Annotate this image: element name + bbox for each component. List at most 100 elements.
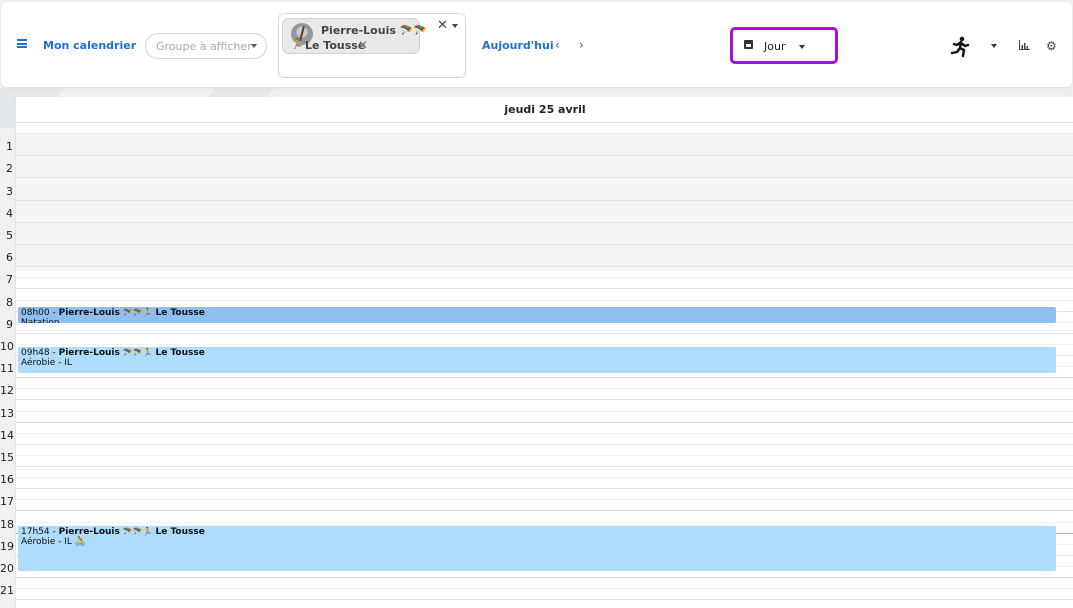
hour-line: [16, 488, 1073, 490]
hour-line: [16, 332, 1073, 334]
event-subtitle: Aérobie - IL 🚴: [21, 537, 86, 548]
hour-line: [16, 266, 1073, 268]
hour-label: 1: [6, 140, 13, 154]
hour-line: [16, 288, 1073, 290]
clear-selection-close-icon[interactable]: ✕: [437, 18, 448, 33]
half-hour-line: [16, 188, 1073, 190]
hour-label: 5: [6, 229, 13, 242]
event-athlete: Pierre-Louis: [58, 527, 120, 538]
half-hour-line: [16, 299, 1073, 301]
hour-label: 12: [0, 384, 14, 398]
hour-label: 13: [0, 406, 14, 420]
hour-label: 4: [6, 206, 13, 220]
hour-label: 2: [6, 162, 13, 176]
calendar-icon: [744, 40, 753, 49]
next-day-button[interactable]: ›: [579, 38, 584, 52]
half-hour-line: [16, 499, 1073, 501]
hour-line: [16, 577, 1073, 578]
day-header: jeudi 25 avril: [16, 97, 1073, 123]
event-subtitle: Natation: [21, 318, 1053, 323]
all-day-row[interactable]: [16, 123, 1073, 134]
hour-label: 15: [0, 451, 14, 464]
hour-label: 14: [0, 428, 14, 442]
half-hour-line: [16, 588, 1073, 590]
remove-athlete-close-icon[interactable]: ✕: [358, 38, 368, 52]
athlete-last-name: Le Tousse: [305, 39, 366, 52]
hour-line: [16, 399, 1073, 401]
event-athlete: Pierre-Louis: [58, 347, 120, 358]
group-select[interactable]: Groupe à afficher: [145, 33, 267, 59]
half-hour-line: [16, 144, 1073, 146]
hour-label: 3: [6, 184, 13, 198]
hour-label: 19: [0, 539, 14, 553]
chevron-down-icon[interactable]: [991, 44, 997, 48]
running-icon[interactable]: [950, 36, 970, 58]
half-hour-line: [16, 210, 1073, 212]
view-select-label: Jour: [764, 40, 786, 53]
hour-label: 10: [0, 340, 14, 353]
calendar-event[interactable]: 17h54 - Pierre-Louis 🪂🪂🏃 Le Tousse Aérobi…: [18, 526, 1056, 571]
hour-line: [16, 244, 1073, 245]
hour-label: 21: [0, 584, 14, 598]
event-sport-icons: 🪂🪂🏃: [122, 347, 153, 357]
half-hour-line: [16, 233, 1073, 234]
group-select-placeholder: Groupe à afficher: [156, 40, 252, 53]
hour-label: 8: [6, 295, 13, 309]
calendar-event[interactable]: 09h48 - Pierre-Louis 🪂🪂🏃 Le Tousse Aérobi…: [18, 346, 1056, 374]
half-hour-line: [16, 388, 1073, 390]
half-hour-line: [16, 455, 1073, 456]
hour-line: [16, 377, 1073, 379]
half-hour-line: [16, 344, 1073, 345]
hour-label: 6: [6, 251, 13, 265]
today-button[interactable]: Aujourd'hui: [482, 39, 554, 52]
hour-line: [16, 599, 1073, 601]
half-hour-line: [16, 477, 1073, 479]
hour-label: 16: [0, 473, 14, 487]
hour-line: [16, 177, 1073, 179]
hamburger-icon[interactable]: [17, 39, 27, 48]
event-athlete-last-name: Le Tousse: [155, 347, 205, 358]
event-sport-icons: 🪂🪂🏃: [122, 527, 153, 537]
calendar-event[interactable]: 08h00 - Pierre-Louis 🪂🪂🏃 Le TousseNatati…: [18, 306, 1056, 323]
event-subtitle: Aérobie - IL: [21, 357, 72, 368]
top-toolbar: Mon calendrier Groupe à afficher Pierre-…: [1, 2, 1072, 87]
chevron-down-icon: [799, 45, 805, 49]
athlete-chip[interactable]: Pierre-Louis 🪂🪂 🏃 Le Tousse ✕: [282, 18, 427, 54]
hour-line: [16, 443, 1073, 445]
calendar-title[interactable]: Mon calendrier: [43, 39, 136, 52]
hour-line: [16, 199, 1073, 201]
event-athlete-last-name: Le Tousse: [155, 527, 205, 538]
event-time: 09h48: [21, 347, 50, 358]
hour-label: 9: [6, 317, 13, 331]
event-athlete: Pierre-Louis: [58, 307, 120, 318]
hour-label: 17: [0, 495, 14, 509]
event-athlete-last-name: Le Tousse: [155, 307, 205, 318]
half-hour-line: [16, 432, 1073, 434]
gear-icon[interactable]: ⚙: [1046, 39, 1057, 53]
event-time: 08h00: [21, 307, 50, 318]
hour-line: [16, 421, 1073, 423]
chevron-down-icon[interactable]: [452, 24, 458, 28]
half-hour-line: [16, 410, 1073, 412]
chart-icon[interactable]: [1019, 40, 1030, 50]
hour-label: 11: [0, 362, 14, 376]
running-icon: 🏃: [291, 39, 304, 50]
previous-day-button[interactable]: ‹: [555, 38, 560, 52]
event-time: 17h54: [21, 527, 50, 538]
half-hour-line: [16, 255, 1073, 257]
view-select[interactable]: Jour: [730, 27, 838, 64]
half-hour-line: [16, 277, 1073, 279]
event-sport-icons: 🪂🪂🏃: [122, 307, 153, 317]
hour-line: [16, 466, 1073, 467]
hour-label: 7: [6, 273, 13, 287]
hour-label: 18: [0, 517, 14, 531]
athlete-first-name: Pierre-Louis 🪂🪂: [321, 24, 428, 37]
hour-label: 20: [0, 562, 14, 575]
day-calendar: jeudi 25 avril 08h00 - Pierre-Louis 🪂🪂🏃 …: [15, 97, 1073, 608]
half-hour-line: [16, 521, 1073, 523]
hour-line: [16, 510, 1073, 512]
chevron-down-icon: [251, 44, 257, 48]
hour-line: [16, 221, 1073, 223]
hour-line: [16, 155, 1073, 157]
half-hour-line: [16, 166, 1073, 168]
